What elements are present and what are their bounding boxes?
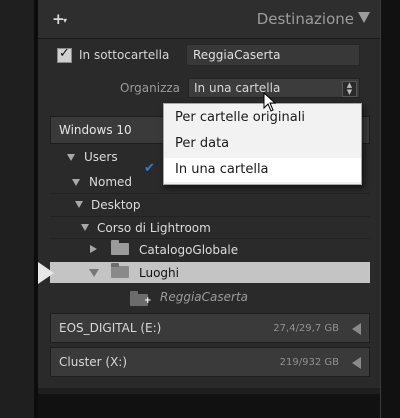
volume-name: Cluster (X:) xyxy=(59,355,128,369)
tree-item-label: Corso di Lightroom xyxy=(97,221,211,235)
subfolder-name-input[interactable] xyxy=(186,44,360,66)
volume-cluster[interactable]: Cluster (X:) 219/932 GB xyxy=(50,347,370,377)
menu-item-label: Per cartelle originali xyxy=(175,110,305,125)
collapse-triangle-icon[interactable] xyxy=(90,245,97,253)
collapse-triangle-icon[interactable] xyxy=(352,357,361,369)
volume-eos-digital[interactable]: EOS_DIGITAL (E:) 27,4/29,7 GB xyxy=(50,313,370,343)
expand-triangle-icon[interactable] xyxy=(67,154,75,161)
expand-triangle-icon[interactable] xyxy=(72,179,80,186)
tree-item-catalogo[interactable]: CatalogoGlobale xyxy=(50,238,370,260)
tree-item-corso[interactable]: Corso di Lightroom xyxy=(50,216,370,238)
volume-size: 27,4/29,7 GB xyxy=(273,323,339,334)
tree-item-desktop[interactable]: Desktop xyxy=(50,193,370,215)
right-panel-strip xyxy=(380,0,400,418)
expand-triangle-icon[interactable] xyxy=(89,269,99,277)
tree-item-label: Nomed xyxy=(89,175,133,189)
tree-item-luoghi[interactable]: Luoghi xyxy=(50,262,370,283)
organize-label: Organizza xyxy=(120,81,181,95)
volume-name: EOS_DIGITAL (E:) xyxy=(59,321,162,335)
subfolder-checkbox[interactable]: ✓ xyxy=(57,46,72,63)
menu-item-label: Per data xyxy=(175,136,230,151)
selection-pointer-icon xyxy=(38,262,54,284)
organize-dropdown-menu: Per cartelle originali Per data ✔ In una… xyxy=(144,103,362,185)
tree-item-label: Luoghi xyxy=(139,266,179,280)
tree-item-label: CatalogoGlobale xyxy=(139,243,239,257)
menu-item-label: In una cartella xyxy=(175,162,269,177)
checkmark-icon: ✔ xyxy=(144,161,155,176)
triangle-down-icon[interactable] xyxy=(358,12,370,23)
menu-item-in-una-cartella[interactable]: ✔ In una cartella xyxy=(144,158,361,182)
folder-icon xyxy=(111,240,129,255)
folder-icon xyxy=(111,263,129,278)
left-panel-strip xyxy=(0,0,34,418)
new-folder-icon: + xyxy=(130,290,152,306)
volume-size: 219/932 GB xyxy=(279,357,339,368)
expand-triangle-icon[interactable] xyxy=(81,224,89,231)
subfolder-row: ✓ In sottocartella xyxy=(48,44,372,68)
subfolder-label: In sottocartella xyxy=(79,48,170,62)
checkmark-icon: ✓ xyxy=(59,46,70,61)
collapse-triangle-icon[interactable] xyxy=(352,323,361,335)
destination-header[interactable]: + ▾ Destinazione xyxy=(38,0,380,39)
tree-item-label: Desktop xyxy=(91,198,141,212)
mouse-cursor-icon xyxy=(263,92,277,112)
plus-icon[interactable]: + ▾ xyxy=(52,10,67,28)
new-folder-label: ReggiaCaserta xyxy=(160,290,249,304)
select-arrows-icon: ▲ ▼ xyxy=(342,81,357,97)
tree-item-label: Users xyxy=(84,150,118,164)
bottom-strip xyxy=(38,394,380,418)
menu-item-per-data[interactable]: Per data xyxy=(164,132,361,156)
volume-name: Windows 10 xyxy=(59,123,132,137)
panel-title: Destinazione xyxy=(256,10,354,28)
expand-triangle-icon[interactable] xyxy=(75,201,83,208)
